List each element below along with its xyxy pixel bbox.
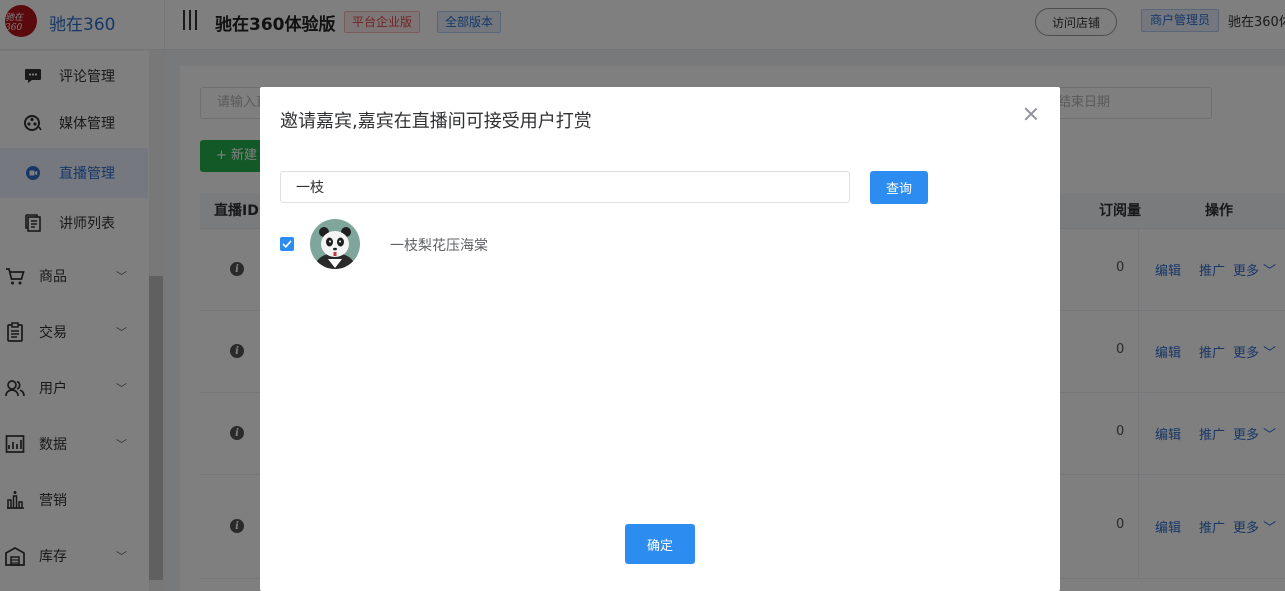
check-icon	[282, 240, 292, 248]
avatar	[310, 219, 360, 269]
guest-checkbox[interactable]	[280, 237, 294, 251]
guest-search-input[interactable]	[280, 171, 850, 203]
guest-name: 一枝梨花压海棠	[390, 238, 488, 254]
panda-avatar-icon	[310, 219, 360, 269]
confirm-button[interactable]: 确定	[625, 524, 695, 564]
dialog-title: 邀请嘉宾,嘉宾在直播间可接受用户打赏	[280, 111, 592, 132]
query-button[interactable]: 查询	[870, 171, 928, 204]
close-icon[interactable]	[1024, 107, 1038, 121]
invite-guest-dialog: 邀请嘉宾,嘉宾在直播间可接受用户打赏 查询 一枝梨花压海棠 确定	[260, 87, 1060, 591]
